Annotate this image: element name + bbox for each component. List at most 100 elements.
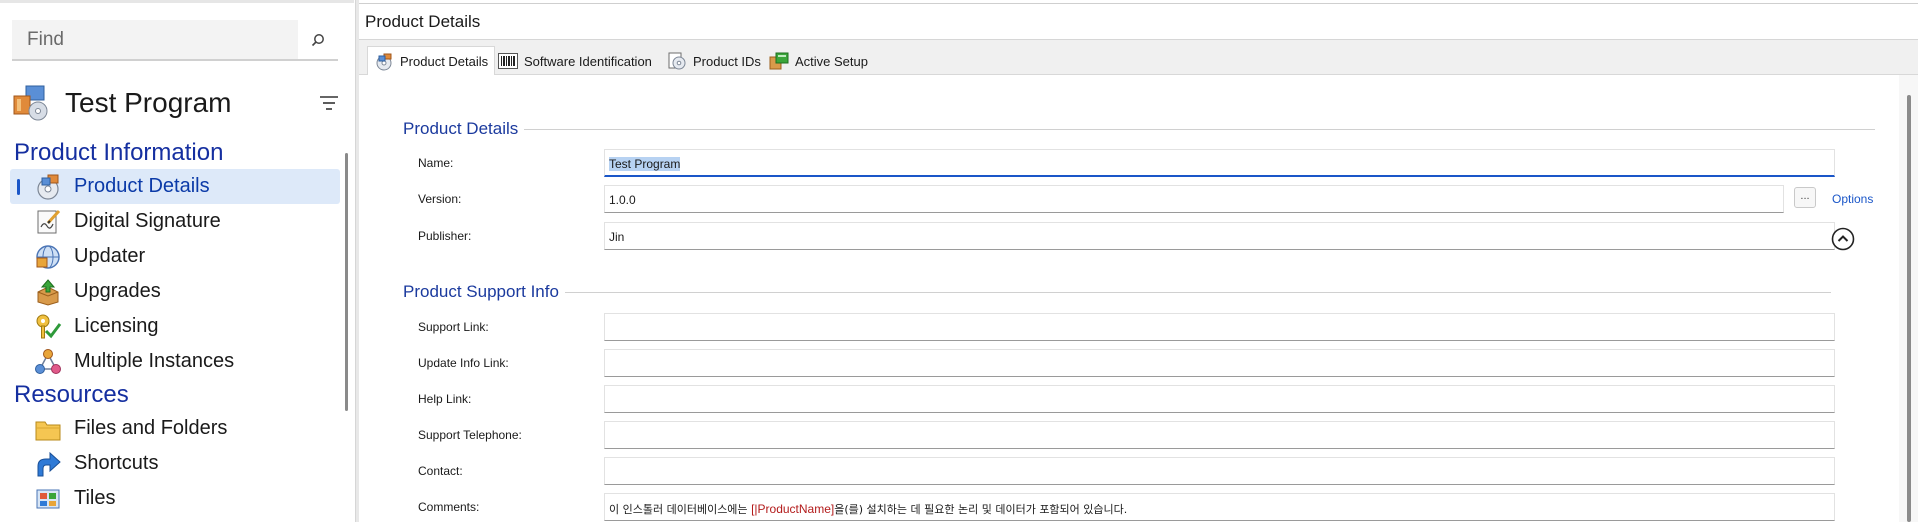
help-link-input[interactable] (604, 385, 1835, 413)
options-link[interactable]: Options (1832, 192, 1873, 206)
folder-icon (33, 414, 63, 444)
tab-label: Software Identification (524, 53, 652, 69)
active-setup-icon (769, 51, 789, 71)
nav-tree: Product Information Product Details Digi… (0, 137, 340, 516)
section-divider (564, 291, 1831, 293)
field-label: Contact: (418, 464, 463, 478)
support-telephone-input[interactable] (604, 421, 1835, 449)
multiple-instances-icon (33, 347, 63, 377)
filter-icon (320, 96, 338, 110)
section-divider (524, 128, 1876, 130)
tab-product-ids[interactable]: Product IDs (661, 46, 767, 76)
nav-item-label: Updater (74, 245, 146, 267)
nav-item-label: Files and Folders (74, 417, 228, 439)
project-header: Test Program (12, 79, 342, 127)
product-details-icon (33, 172, 63, 202)
nav-item-label: Upgrades (74, 280, 161, 302)
collapse-section-icon[interactable] (1831, 227, 1855, 251)
field-label: Help Link: (418, 392, 472, 406)
main-pane: Product Details Product Details Software… (359, 0, 1918, 522)
nav-item-shortcuts[interactable]: Shortcuts (0, 446, 340, 481)
field-comments: Comments: 이 인스톨러 데이터베이스에는 [|ProductName]… (418, 493, 1838, 522)
version-browse-button[interactable]: ... (1794, 187, 1816, 208)
update-info-link-input[interactable] (604, 349, 1835, 377)
nav-item-label: Tiles (74, 487, 116, 509)
filter-button[interactable] (316, 91, 342, 115)
product-ids-icon (667, 51, 687, 71)
nav-item-label: Multiple Instances (74, 350, 235, 372)
field-support-telephone: Support Telephone: (418, 421, 1838, 451)
name-input[interactable]: Test Program (604, 149, 1835, 177)
digital-signature-icon (33, 207, 63, 237)
section-title: Product Support Info (403, 282, 559, 301)
tab-bar: Product Details Software Identification (359, 40, 1918, 76)
support-link-input[interactable] (604, 313, 1835, 341)
section-product-details: Product Details (403, 119, 1876, 139)
nav-item-updater[interactable]: Updater (0, 239, 340, 274)
sidebar-scrollbar[interactable] (345, 153, 348, 411)
find-button[interactable] (298, 20, 338, 59)
field-label: Support Telephone: (418, 428, 522, 442)
main-header: Product Details (359, 3, 1918, 40)
field-label: Support Link: (418, 320, 489, 334)
project-title: Test Program (65, 87, 232, 118)
nav-group-product-information[interactable]: Product Information (0, 137, 340, 169)
selected-text: Test Program (609, 157, 681, 171)
scrollbar-thumb[interactable] (1907, 95, 1911, 522)
field-label: Version: (418, 192, 462, 206)
nav-item-files-and-folders[interactable]: Files and Folders (0, 411, 340, 446)
tab-software-identification[interactable]: Software Identification (492, 46, 658, 76)
tab-product-details[interactable]: Product Details (367, 46, 496, 76)
nav-item-multiple-instances[interactable]: Multiple Instances (0, 344, 340, 379)
section-product-support-info: Product Support Info (403, 282, 1831, 302)
tiles-icon (33, 484, 63, 514)
comments-text: 이 인스톨러 데이터베이스에는 (609, 503, 752, 516)
tab-active-setup[interactable]: Active Setup (763, 46, 874, 76)
selection-indicator (17, 179, 20, 195)
shortcut-icon (33, 449, 63, 479)
field-publisher: Publisher: Jin (418, 222, 1838, 252)
section-title: Product Details (403, 119, 519, 138)
find-input[interactable] (12, 20, 298, 59)
nav-item-licensing[interactable]: Licensing (0, 309, 340, 344)
nav-item-label: Licensing (74, 315, 159, 337)
field-name: Name: Test Program (418, 149, 1838, 179)
nav-item-label: Shortcuts (74, 452, 159, 474)
comments-input[interactable]: 이 인스톨러 데이터베이스에는 [|ProductName]을(를) 설치하는 … (604, 493, 1835, 521)
field-label: Publisher: (418, 229, 472, 243)
nav-item-tiles[interactable]: Tiles (0, 481, 340, 516)
field-help-link: Help Link: (418, 385, 1838, 415)
field-label: Comments: (418, 500, 480, 514)
page-title: Product Details (365, 12, 481, 31)
tab-label: Product IDs (693, 53, 761, 69)
field-label: Update Info Link: (418, 356, 509, 370)
product-details-icon (374, 52, 394, 72)
publisher-input[interactable]: Jin (604, 222, 1835, 250)
nav-item-digital-signature[interactable]: Digital Signature (0, 204, 340, 239)
sidebar: Test Program Product Information Product… (0, 0, 354, 522)
tab-label: Active Setup (795, 53, 868, 69)
project-icon (13, 85, 48, 121)
nav-group-resources[interactable]: Resources (0, 379, 340, 411)
find-box (12, 20, 338, 61)
field-label: Name: (418, 156, 454, 170)
nav-item-label: Digital Signature (74, 210, 221, 232)
nav-item-upgrades[interactable]: Upgrades (0, 274, 340, 309)
field-support-link: Support Link: (418, 313, 1838, 343)
nav-item-product-details[interactable]: Product Details (10, 169, 340, 204)
tab-label: Product Details (400, 54, 489, 69)
field-version: Version: 1.0.0 ... Options (418, 185, 1873, 215)
version-input[interactable]: 1.0.0 (604, 185, 1784, 213)
field-value: 1.0.0 (609, 193, 636, 207)
barcode-icon (498, 51, 518, 71)
content-scrollbar[interactable] (1899, 75, 1918, 522)
tab-content: Product Details Name: Test Program Versi… (359, 75, 1899, 522)
comments-text: 을(를) 설치하는 데 필요한 논리 및 데이터가 포함되어 있습니다. (834, 503, 1128, 516)
contact-input[interactable] (604, 457, 1835, 485)
nav-item-label: Product Details (74, 175, 210, 197)
field-update-info-link: Update Info Link: (418, 349, 1838, 379)
field-contact: Contact: (418, 457, 1838, 487)
upgrades-icon (33, 277, 63, 307)
field-value: Jin (609, 230, 625, 244)
licensing-icon (33, 312, 63, 342)
